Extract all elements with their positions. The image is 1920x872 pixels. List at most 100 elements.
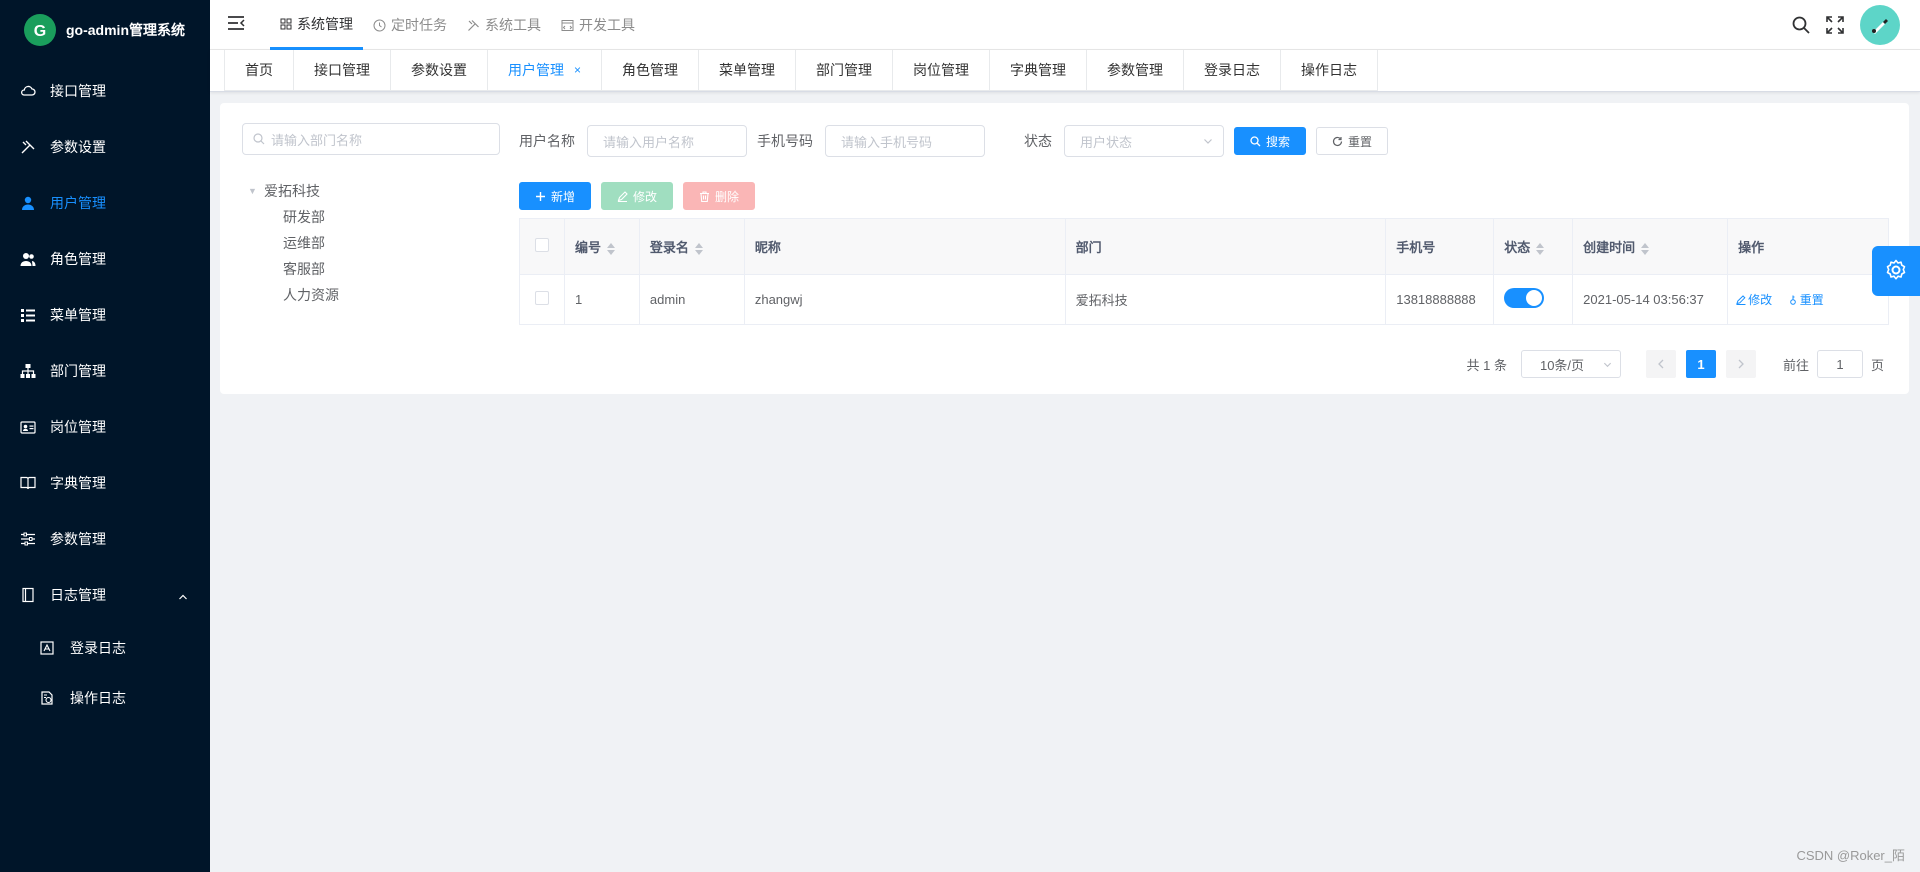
col-id-label: 编号: [574, 240, 601, 255]
sort-icon[interactable]: [1536, 242, 1545, 255]
fullscreen-icon[interactable]: [1826, 16, 1844, 34]
sort-icon[interactable]: [606, 242, 615, 255]
sidebar-item-logs[interactable]: 日志管理: [0, 567, 210, 623]
hamburger-icon[interactable]: [227, 15, 245, 34]
page-size-select[interactable]: 10条/页: [1520, 350, 1621, 378]
search-icon[interactable]: [1792, 16, 1810, 34]
status-select[interactable]: 用户状态: [1064, 125, 1224, 157]
edit-icon: [1736, 294, 1746, 305]
row-select-cell: [519, 274, 565, 325]
sidebar-item-label: 用户管理: [50, 195, 106, 211]
sidebar-item-dict[interactable]: 字典管理: [0, 455, 210, 511]
dept-search-input[interactable]: 请输入部门名称: [242, 123, 500, 155]
tag-depts[interactable]: 部门管理: [795, 50, 894, 91]
prev-page-button[interactable]: [1645, 350, 1676, 378]
sidebar-item-label: 参数设置: [50, 139, 106, 155]
sidebar-item-menus[interactable]: 菜单管理: [0, 287, 210, 343]
svg-text:G: G: [34, 23, 46, 40]
col-login[interactable]: 登录名: [639, 218, 745, 275]
top-nav-sys-tools[interactable]: 系统工具: [457, 0, 551, 50]
sidebar-item-label: 部门管理: [50, 363, 106, 379]
logo-icon: G: [24, 14, 56, 46]
sidebar-item-params[interactable]: 参数管理: [0, 511, 210, 567]
tag-label: 接口管理: [314, 62, 370, 78]
tree-node-child[interactable]: 研发部: [248, 204, 339, 230]
add-button[interactable]: 新增: [519, 182, 592, 210]
tree-node-root[interactable]: ▼ 爱拓科技: [248, 178, 339, 204]
tag-home[interactable]: 首页: [224, 50, 294, 91]
status-switch[interactable]: [1504, 288, 1545, 308]
top-nav-system[interactable]: 系统管理: [270, 0, 363, 50]
page-unit-label: 页: [1870, 357, 1884, 373]
row-reset-link[interactable]: 重置: [1788, 291, 1824, 308]
top-nav-jobs[interactable]: 定时任务: [363, 0, 457, 50]
reset-button[interactable]: 重置: [1316, 127, 1389, 155]
sidebar-item-posts[interactable]: 岗位管理: [0, 399, 210, 455]
caret-down-icon[interactable]: ▼: [248, 186, 258, 196]
tag-dict[interactable]: 字典管理: [989, 50, 1088, 91]
page-number-current[interactable]: 1: [1685, 350, 1716, 378]
sidebar-item-users[interactable]: 用户管理: [0, 175, 210, 231]
next-page-button[interactable]: [1725, 350, 1756, 378]
select-all-checkbox[interactable]: [535, 238, 549, 252]
tree-node-child[interactable]: 客服部: [248, 256, 339, 282]
row-checkbox[interactable]: [535, 291, 549, 305]
tag-label: 参数管理: [1107, 62, 1164, 78]
sliders-icon: [20, 531, 36, 547]
sidebar-item-label: 角色管理: [50, 251, 106, 267]
sidebar: G go-admin管理系统 接口管理 参数设置 用户管理 角色管理 菜单管理 …: [0, 0, 210, 872]
username-placeholder: 请输入用户名称: [603, 134, 695, 150]
tag-posts[interactable]: 岗位管理: [892, 50, 991, 91]
plus-icon: [535, 191, 546, 202]
sidebar-item-roles[interactable]: 角色管理: [0, 231, 210, 287]
tag-operate-log[interactable]: 操作日志: [1280, 50, 1379, 91]
goto-page-input[interactable]: 1: [1816, 350, 1863, 378]
sidebar-item-param-settings[interactable]: 参数设置: [0, 119, 210, 175]
delete-button[interactable]: 删除: [683, 182, 756, 210]
tag-label: 岗位管理: [913, 62, 970, 78]
chevron-up-icon: [178, 589, 188, 605]
col-id[interactable]: 编号: [564, 218, 640, 275]
cell-id: 1: [564, 274, 640, 325]
cell-dept: 爱拓科技: [1065, 274, 1387, 325]
sidebar-item-depts[interactable]: 部门管理: [0, 343, 210, 399]
settings-button[interactable]: [1872, 246, 1920, 296]
phone-input[interactable]: 请输入手机号码: [825, 125, 985, 157]
app-title: go-admin管理系统: [66, 22, 185, 38]
tag-label: 角色管理: [622, 62, 679, 78]
top-nav-dev-tools[interactable]: 开发工具: [551, 0, 645, 50]
tree-node-child[interactable]: 人力资源: [248, 282, 339, 308]
edit-button[interactable]: 修改: [601, 182, 674, 210]
sidebar-item-label: 岗位管理: [50, 419, 106, 435]
tag-login-log[interactable]: 登录日志: [1183, 50, 1282, 91]
close-icon[interactable]: ×: [574, 63, 581, 77]
dept-tree: ▼ 爱拓科技 研发部 运维部 客服部 人力资源: [248, 178, 339, 308]
login-log-icon: [40, 641, 54, 655]
sidebar-subitem-login-log[interactable]: 登录日志: [0, 623, 210, 673]
col-created[interactable]: 创建时间: [1572, 218, 1729, 275]
tag-users[interactable]: 用户管理 ×: [487, 50, 603, 91]
cloud-icon: [20, 83, 36, 99]
sidebar-subitem-operate-log[interactable]: 操作日志: [0, 673, 210, 723]
row-edit-link[interactable]: 修改: [1736, 291, 1772, 308]
sort-icon[interactable]: [694, 242, 703, 255]
logo[interactable]: G go-admin管理系统: [0, 0, 210, 60]
sidebar-item-api[interactable]: 接口管理: [0, 63, 210, 119]
org-icon: [20, 363, 36, 379]
tag-params[interactable]: 参数管理: [1086, 50, 1185, 91]
status-placeholder: 用户状态: [1080, 134, 1133, 150]
status-label: 状态: [1024, 133, 1052, 149]
tag-menus[interactable]: 菜单管理: [698, 50, 797, 91]
tag-api[interactable]: 接口管理: [293, 50, 391, 91]
sort-icon[interactable]: [1641, 242, 1650, 255]
col-status[interactable]: 状态: [1493, 218, 1574, 275]
username-input[interactable]: 请输入用户名称: [587, 125, 747, 157]
tag-roles[interactable]: 角色管理: [601, 50, 700, 91]
tree-node-child[interactable]: 运维部: [248, 230, 339, 256]
tag-param-settings[interactable]: 参数设置: [390, 50, 488, 91]
search-button[interactable]: 搜索: [1234, 127, 1307, 155]
tags-view: 首页 接口管理 参数设置 用户管理 × 角色管理 菜单管理 部门管理 岗位管理 字…: [210, 50, 1920, 92]
username-label: 用户名称: [519, 133, 575, 149]
sidebar-menu: 接口管理 参数设置 用户管理 角色管理 菜单管理 部门管理 岗位管理 字典管理: [0, 63, 210, 723]
avatar[interactable]: [1860, 5, 1900, 45]
